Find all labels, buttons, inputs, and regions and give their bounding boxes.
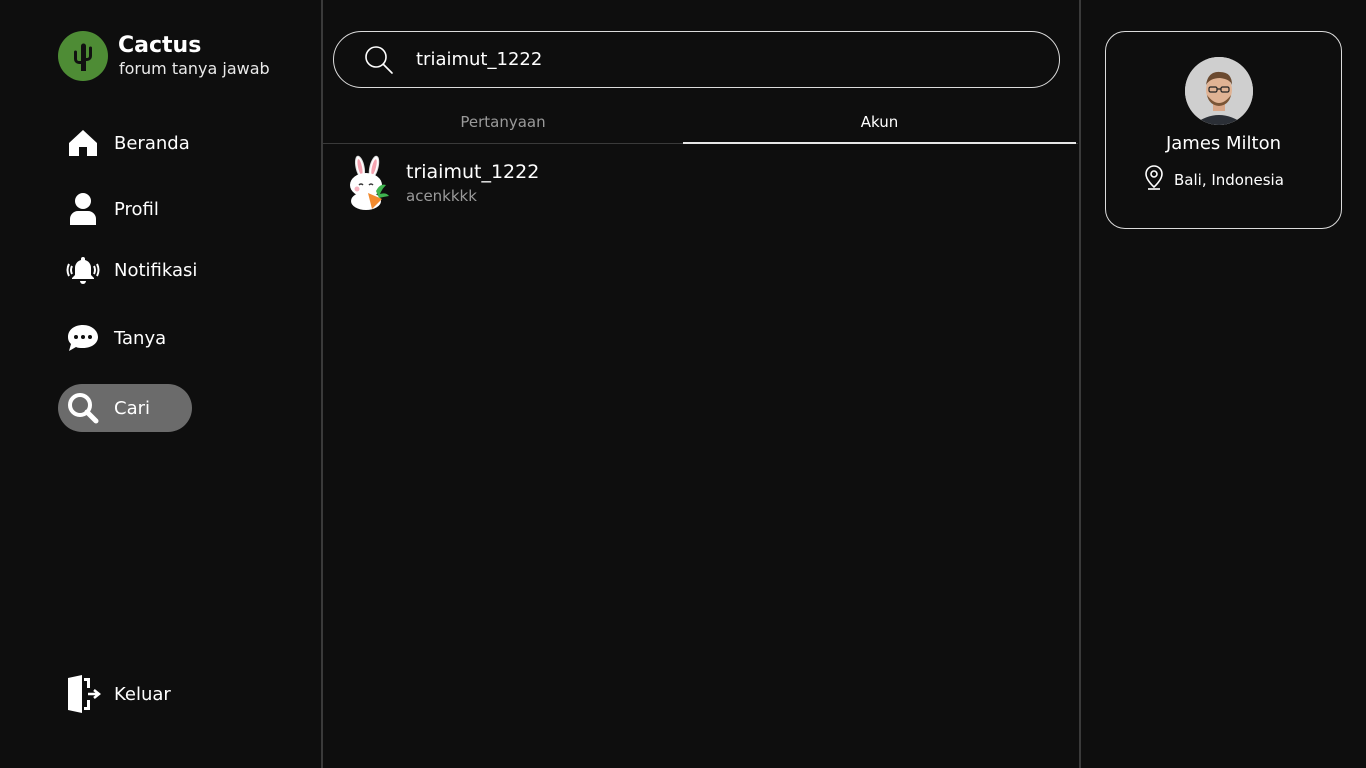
sidebar-item-label: Notifikasi bbox=[114, 259, 198, 281]
brand-title: Cactus bbox=[118, 33, 202, 58]
sidebar-item-notifikasi[interactable]: Notifikasi bbox=[58, 246, 197, 294]
logout-label: Keluar bbox=[114, 683, 171, 705]
result-tabs: Pertanyaan Akun bbox=[323, 100, 1078, 144]
sidebar-item-cari[interactable]: Cari bbox=[58, 384, 192, 432]
profile-card[interactable]: James Milton Bali, Indonesia bbox=[1105, 31, 1342, 229]
brand-logo[interactable]: Cactus forum tanya jawab bbox=[58, 31, 270, 81]
sidebar: Cactus forum tanya jawab Beranda Profil bbox=[0, 0, 322, 768]
profile-name: James Milton bbox=[1165, 133, 1282, 154]
tab-pertanyaan[interactable]: Pertanyaan bbox=[323, 100, 683, 143]
logout-button[interactable]: Keluar bbox=[58, 670, 171, 718]
bell-icon bbox=[58, 255, 108, 285]
cactus-icon bbox=[58, 31, 108, 81]
result-name: acenkkkk bbox=[406, 187, 477, 205]
sidebar-item-label: Beranda bbox=[114, 132, 190, 154]
account-result-item[interactable]: triaimut_1222 acenkkkk bbox=[343, 154, 539, 212]
user-icon bbox=[58, 192, 108, 226]
divider bbox=[1079, 0, 1081, 768]
chat-icon bbox=[58, 324, 108, 352]
sidebar-item-profil[interactable]: Profil bbox=[58, 185, 159, 233]
sidebar-item-tanya[interactable]: Tanya bbox=[58, 314, 166, 362]
logout-icon bbox=[58, 674, 108, 714]
sidebar-item-label: Cari bbox=[114, 397, 150, 419]
result-username: triaimut_1222 bbox=[406, 161, 540, 183]
tab-akun[interactable]: Akun bbox=[683, 100, 1076, 144]
bunny-avatar-icon bbox=[343, 154, 393, 212]
sidebar-item-beranda[interactable]: Beranda bbox=[58, 119, 190, 167]
avatar[interactable] bbox=[1185, 57, 1253, 125]
sidebar-item-label: Tanya bbox=[114, 327, 167, 349]
sidebar-item-label: Profil bbox=[114, 198, 159, 220]
profile-location: Bali, Indonesia bbox=[1144, 165, 1284, 195]
profile-location-label: Bali, Indonesia bbox=[1174, 171, 1284, 189]
app-root: Cactus forum tanya jawab Beranda Profil bbox=[0, 0, 1366, 768]
search-bar[interactable] bbox=[333, 31, 1060, 88]
brand-subtitle: forum tanya jawab bbox=[119, 59, 270, 78]
home-icon bbox=[58, 128, 108, 158]
search-input[interactable] bbox=[416, 49, 1016, 70]
search-icon bbox=[364, 45, 398, 75]
search-icon bbox=[58, 392, 108, 424]
map-pin-icon bbox=[1144, 165, 1164, 195]
